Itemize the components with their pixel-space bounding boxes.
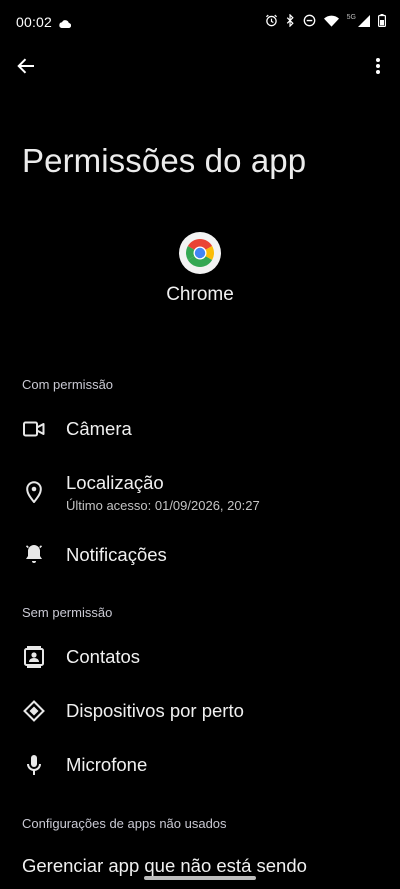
permission-label: Câmera bbox=[66, 418, 132, 439]
permission-label: Microfone bbox=[66, 754, 148, 775]
more-options-button[interactable] bbox=[364, 52, 392, 80]
wifi-icon bbox=[323, 15, 339, 27]
permission-item-notifications[interactable]: Notificações bbox=[0, 528, 400, 582]
app-name: Chrome bbox=[166, 284, 234, 305]
status-bar: 00:02 5G bbox=[0, 0, 400, 44]
network-label: 5G bbox=[346, 14, 356, 21]
dnd-icon bbox=[303, 14, 316, 27]
permission-label: Localização bbox=[66, 472, 164, 493]
bell-icon bbox=[22, 542, 46, 566]
permission-item-microphone[interactable]: Microfone bbox=[0, 738, 400, 792]
section-header-denied: Sem permissão bbox=[22, 605, 113, 620]
camera-icon bbox=[22, 417, 46, 441]
status-time: 00:02 bbox=[16, 14, 53, 30]
back-button[interactable] bbox=[12, 52, 40, 80]
nearby-devices-icon bbox=[22, 699, 46, 723]
permission-label: Contatos bbox=[66, 646, 141, 667]
bluetooth-icon bbox=[286, 14, 295, 27]
cloud-icon bbox=[58, 15, 72, 33]
mic-icon bbox=[22, 753, 46, 777]
top-app-bar bbox=[0, 44, 400, 88]
section-header-unused-apps: Configurações de apps não usados bbox=[22, 816, 227, 831]
contacts-icon bbox=[22, 645, 46, 669]
battery-icon bbox=[378, 14, 386, 27]
permission-item-nearby-devices[interactable]: Dispositivos por perto bbox=[0, 684, 400, 738]
permission-label: Notificações bbox=[66, 544, 167, 565]
status-icons: 5G bbox=[265, 14, 386, 27]
manage-unused-app-item[interactable]: Gerenciar app que não está sendo bbox=[22, 855, 307, 877]
permission-label: Dispositivos por perto bbox=[66, 700, 244, 721]
section-header-allowed: Com permissão bbox=[22, 377, 114, 392]
location-icon bbox=[22, 480, 46, 504]
more-vert-icon bbox=[376, 58, 380, 74]
signal-icon bbox=[358, 14, 370, 27]
alarm-icon bbox=[265, 14, 278, 27]
permission-last-access: Último acesso: 01/09/2026, 20:27 bbox=[66, 498, 260, 513]
page-title: Permissões do app bbox=[22, 142, 307, 179]
permission-item-contacts[interactable]: Contatos bbox=[0, 630, 400, 684]
arrow-left-icon bbox=[17, 58, 34, 74]
permission-item-location[interactable]: Localização Último acesso: 01/09/2026, 2… bbox=[0, 460, 400, 526]
navigation-handle[interactable] bbox=[144, 876, 256, 880]
chrome-logo-icon bbox=[179, 232, 221, 274]
permission-item-camera[interactable]: Câmera bbox=[0, 402, 400, 456]
